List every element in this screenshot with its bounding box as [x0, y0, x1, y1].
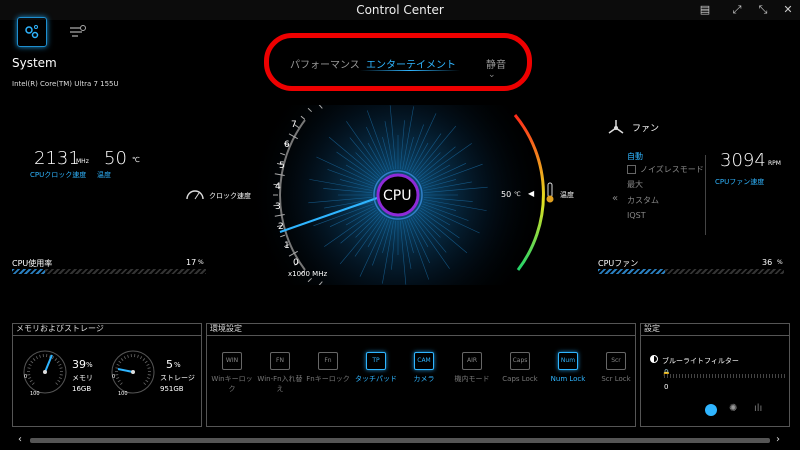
mode-performance[interactable]: パフォーマンス [290, 56, 360, 71]
fan-bar-fill [598, 269, 665, 274]
caps-lock-switch[interactable]: Caps Caps Lock [496, 352, 544, 412]
cpu-temp-value: 50 [104, 148, 127, 169]
fn-key-lock-switch[interactable]: Fn Fnキーロック [304, 352, 352, 412]
storage-label: ストレージ [160, 374, 195, 382]
temp-pointer-icon: ◀ [528, 189, 535, 198]
storage-size: 951GB [160, 385, 184, 393]
mode-silent[interactable]: 静音 [486, 56, 506, 71]
touchpad-switch[interactable]: TP タッチパッド [352, 352, 400, 412]
fan-bar-value: 36 [762, 258, 773, 267]
gauge-tick-0: 0 [293, 258, 299, 268]
fan-speed-value: 3094 [720, 150, 766, 171]
fan-title: ファン [632, 124, 660, 134]
fan-bar-label: CPUファン [598, 259, 639, 268]
env-switch-row: WIN Winキーロック FN Win-Fn入れ替え Fn Fnキーロック TP タッチ… [208, 352, 640, 412]
fan-mode-noiseless[interactable]: ノイズレスモード [640, 164, 704, 175]
fan-mode-iqst[interactable]: IQST [627, 211, 646, 220]
cpu-clock-label: CPUクロック速度 [30, 171, 87, 179]
mode-active-underline [360, 70, 460, 71]
brightness-icon [650, 355, 658, 363]
scr-lock-switch[interactable]: Scr Scr Lock [592, 352, 640, 412]
memory-panel-title: メモリおよびストレージ [12, 323, 202, 336]
chevron-down-icon[interactable]: ⌄ [488, 70, 496, 80]
chevron-left-double-icon[interactable]: « [612, 193, 618, 204]
gauge-center-label: CPU [383, 188, 412, 204]
window-title: Control Center [356, 3, 444, 17]
noiseless-checkbox[interactable] [627, 165, 636, 174]
storage-percent: 5 [166, 358, 173, 371]
storage-gauge-max: 100 [118, 391, 128, 397]
fan-mode-max[interactable]: 最大 [627, 179, 643, 190]
camera-switch[interactable]: CAM カメラ [400, 352, 448, 412]
storage-percent-sign: % [174, 361, 181, 369]
scroll-left-icon[interactable]: ‹ [18, 434, 22, 445]
memory-label: メモリ [72, 374, 93, 382]
blue-light-slider[interactable] [664, 374, 786, 378]
airplane-mode-switch[interactable]: AIR 機内モード [448, 352, 496, 412]
cpu-temp-label: 温度 [97, 171, 111, 179]
display-mode-icon[interactable] [705, 404, 717, 416]
fan-mode-auto[interactable]: 自動 [627, 151, 643, 162]
gauge-tick-3: 3 [275, 202, 281, 212]
gauge-temp-unit: ℃ [514, 191, 521, 198]
gauge-tick-2: 2 [278, 222, 284, 232]
settings-panel-title: 設定 [640, 323, 790, 336]
storage-gauge-min: 0 [112, 374, 116, 380]
cpu-clock-value: 2131 [34, 148, 80, 169]
blue-light-label: ブルーライトフィルター [662, 357, 739, 365]
fan-speed-unit: RPM [768, 160, 781, 167]
num-lock-switch[interactable]: Num Num Lock [544, 352, 592, 412]
gauge-tick-5: 5 [279, 161, 285, 171]
speedometer-icon [185, 186, 205, 205]
gauge-tick-4: 4 [275, 182, 281, 192]
gauge-temp-label: 温度 [560, 191, 574, 199]
memory-gauge-min: 0 [24, 374, 28, 380]
cpu-clock-unit: MHz [76, 158, 89, 165]
storage-gauge [111, 350, 155, 394]
fan-divider [705, 155, 706, 235]
fan-bar-unit: % [777, 259, 783, 266]
win-key-lock-switch[interactable]: WIN Winキーロック [208, 352, 256, 412]
fan-speed-label: CPUファン速度 [715, 178, 765, 186]
blue-light-slider-value: 0 [664, 383, 669, 391]
gauge-unit: x1000 MHz [288, 270, 328, 278]
gauge-tick-7: 7 [291, 120, 297, 130]
sound-wave-icon[interactable]: ılı [754, 403, 762, 414]
horizontal-scrollbar[interactable] [30, 438, 770, 443]
system-nav-icon[interactable] [17, 17, 47, 47]
close-icon[interactable]: ✕ [779, 1, 797, 19]
env-panel-title: 環境設定 [206, 323, 636, 336]
fullscreen-icon[interactable]: ⤡ [754, 1, 772, 19]
cpu-model: Intel(R) Core(TM) Ultra 7 155U [12, 80, 119, 88]
memory-size: 16GB [72, 385, 92, 393]
memory-gauge [23, 350, 67, 394]
fan-icon [606, 118, 626, 142]
brightness-settings-icon[interactable]: ✺ [729, 403, 737, 414]
win-fn-swap-switch[interactable]: FN Win-Fn入れ替え [256, 352, 304, 412]
memory-gauge-max: 100 [30, 391, 40, 397]
gauge-tick-6: 6 [284, 140, 290, 150]
scroll-right-icon[interactable]: › [776, 434, 780, 445]
restore-icon[interactable]: ⤢ [728, 1, 746, 19]
connection-nav-icon[interactable] [63, 17, 93, 47]
mode-entertainment[interactable]: エンターテイメント [366, 56, 456, 71]
info-icon[interactable]: ▤ [696, 1, 714, 19]
section-title: System [12, 56, 57, 70]
fan-mode-custom[interactable]: カスタム [627, 195, 659, 206]
cpu-temp-unit: ℃ [132, 156, 140, 164]
cpu-usage-label: CPU使用率 [12, 259, 53, 268]
clock-speed-label: クロック速度 [209, 192, 251, 200]
gauge-temp-value: 50 [501, 190, 512, 199]
gauge-tick-1: 1 [284, 241, 290, 251]
thermometer-icon [545, 182, 555, 208]
memory-percent-sign: % [86, 361, 93, 369]
cpu-usage-fill [12, 269, 45, 274]
memory-percent: 39 [72, 358, 86, 371]
